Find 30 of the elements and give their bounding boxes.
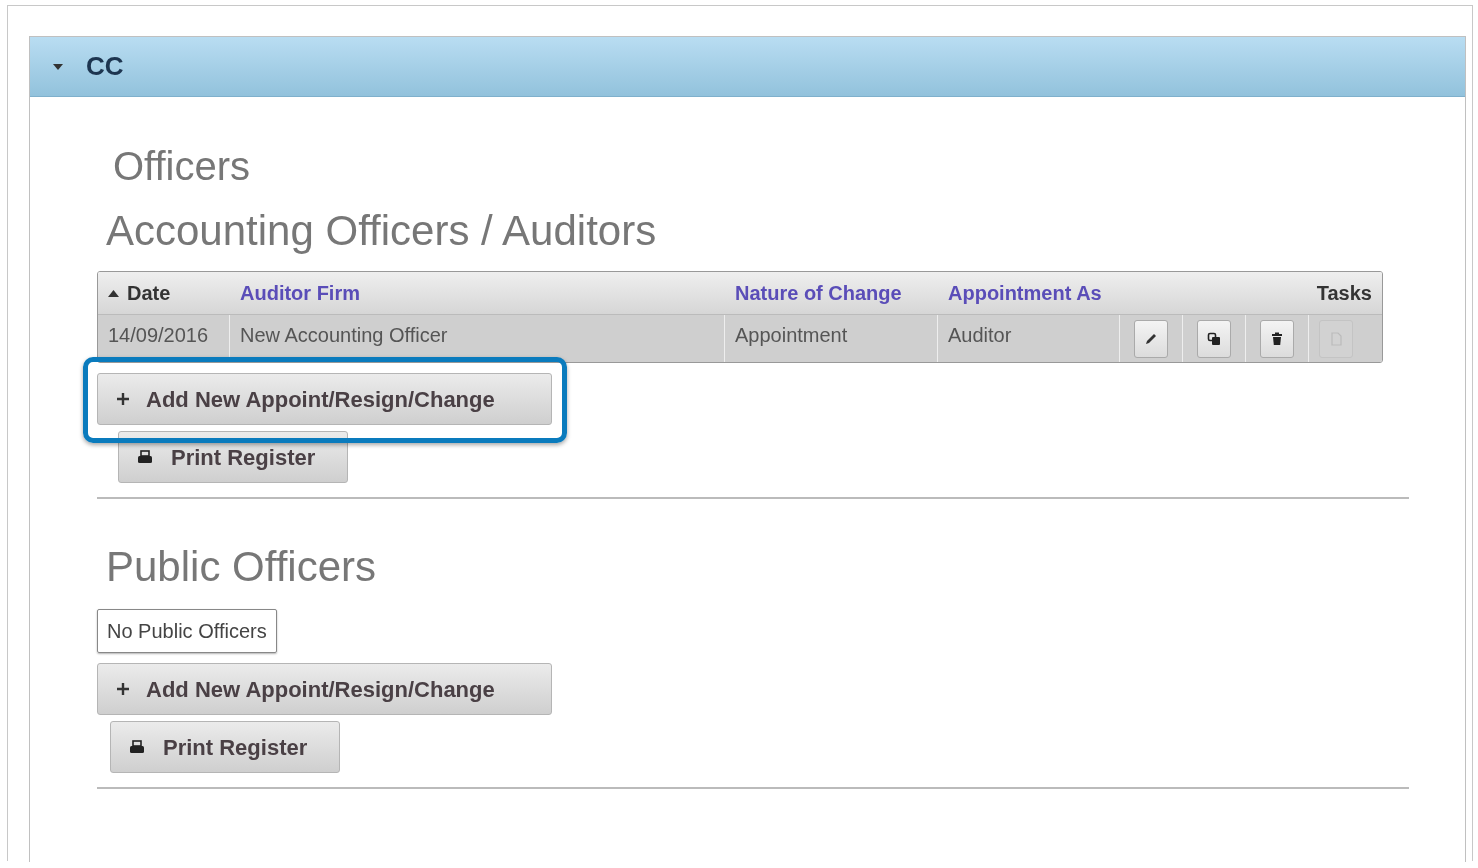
edit-button[interactable] <box>1134 319 1168 358</box>
print-button[interactable]: Print Register <box>110 721 340 773</box>
column-header[interactable]: Date <box>108 278 171 308</box>
trash-icon <box>1270 331 1284 346</box>
column-header[interactable]: Nature of Change <box>735 278 902 308</box>
pencil-icon <box>1144 331 1158 346</box>
sort-up-icon <box>108 289 119 297</box>
empty-message: No Public Officers <box>97 609 277 653</box>
column-header[interactable]: Appointment As <box>948 278 1102 308</box>
print-button[interactable]: Print Register <box>118 431 348 483</box>
panel-header[interactable]: CC <box>30 37 1465 97</box>
table-cell: 14/09/2016 <box>98 315 230 362</box>
panel-title: CC <box>86 50 124 83</box>
plus-icon <box>116 392 130 406</box>
delete-button[interactable] <box>1260 319 1294 358</box>
plus-icon <box>116 682 130 696</box>
add-button[interactable]: Add New Appoint/Resign/Change <box>97 663 552 715</box>
table-cell: Appointment <box>725 315 938 362</box>
column-header: Tasks <box>1316 281 1372 306</box>
copy-icon <box>1207 331 1221 346</box>
printer-icon <box>137 450 153 464</box>
section-heading: Accounting Officers / Auditors <box>106 206 658 256</box>
copy-button[interactable] <box>1197 319 1231 358</box>
column-header[interactable]: Auditor Firm <box>240 278 360 308</box>
section-heading: Public Officers <box>106 542 377 592</box>
table-cell: Auditor <box>938 315 1120 362</box>
add-button[interactable]: Add New Appoint/Resign/Change <box>97 373 552 425</box>
table-cell: New Accounting Officer <box>230 315 725 362</box>
page-title: Officers <box>113 143 252 190</box>
printer-icon <box>129 740 145 754</box>
